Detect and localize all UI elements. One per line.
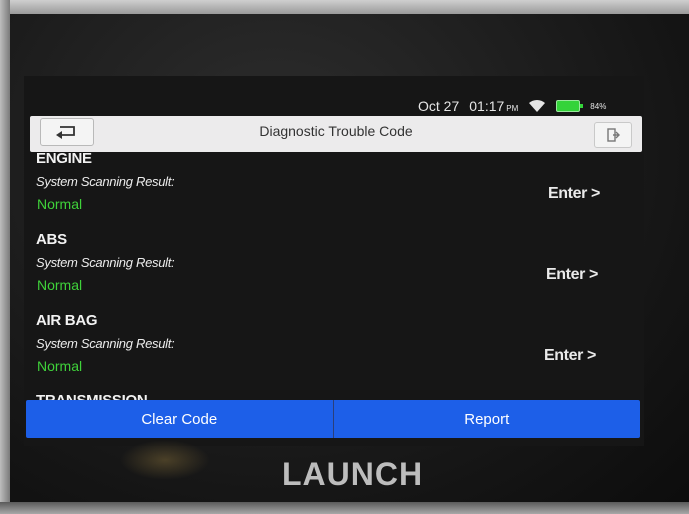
system-name: AIR BAG bbox=[36, 312, 98, 329]
scan-result-label: System Scanning Result: bbox=[36, 174, 175, 189]
status-bar: Oct 27 01:17 PM 84% bbox=[418, 96, 606, 116]
device-frame-bottom bbox=[0, 502, 689, 514]
wifi-icon bbox=[529, 99, 546, 112]
scan-result-label: System Scanning Result: bbox=[36, 255, 175, 270]
brand-logo: LAUNCH bbox=[281, 456, 424, 492]
system-name: ABS bbox=[36, 231, 67, 248]
system-item-air-bag: AIR BAG System Scanning Result: Normal E… bbox=[36, 312, 636, 393]
exit-button[interactable] bbox=[594, 122, 632, 148]
enter-button-abs[interactable]: Enter > bbox=[546, 266, 598, 284]
system-list: ENGINE System Scanning Result: Normal En… bbox=[36, 150, 636, 393]
report-button[interactable]: Report bbox=[334, 400, 641, 438]
device-frame-left bbox=[0, 0, 10, 514]
clear-code-button[interactable]: Clear Code bbox=[26, 400, 333, 438]
bottom-action-bar: Clear Code Report bbox=[26, 400, 640, 438]
system-item-abs: ABS System Scanning Result: Normal Enter… bbox=[36, 231, 636, 312]
title-bar: Diagnostic Trouble Code bbox=[30, 116, 642, 152]
battery-icon bbox=[556, 100, 584, 112]
enter-button-engine[interactable]: Enter > bbox=[548, 185, 600, 203]
page-title: Diagnostic Trouble Code bbox=[259, 123, 413, 139]
battery-percent: 84% bbox=[590, 101, 607, 111]
system-item-engine: ENGINE System Scanning Result: Normal En… bbox=[36, 150, 636, 231]
scan-status: Normal bbox=[37, 358, 83, 374]
scan-result-label: System Scanning Result: bbox=[36, 336, 175, 351]
exit-door-icon bbox=[607, 128, 620, 142]
status-time: 01:17 PM bbox=[469, 98, 518, 114]
status-ampm: PM bbox=[506, 104, 519, 113]
scan-status: Normal bbox=[37, 196, 83, 212]
enter-button-air-bag[interactable]: Enter > bbox=[544, 347, 596, 365]
device-frame-top bbox=[0, 0, 689, 14]
status-date: Oct 27 bbox=[418, 98, 460, 114]
system-name: ENGINE bbox=[36, 150, 92, 167]
scan-status: Normal bbox=[37, 277, 83, 293]
status-time-value: 01:17 bbox=[469, 98, 505, 114]
